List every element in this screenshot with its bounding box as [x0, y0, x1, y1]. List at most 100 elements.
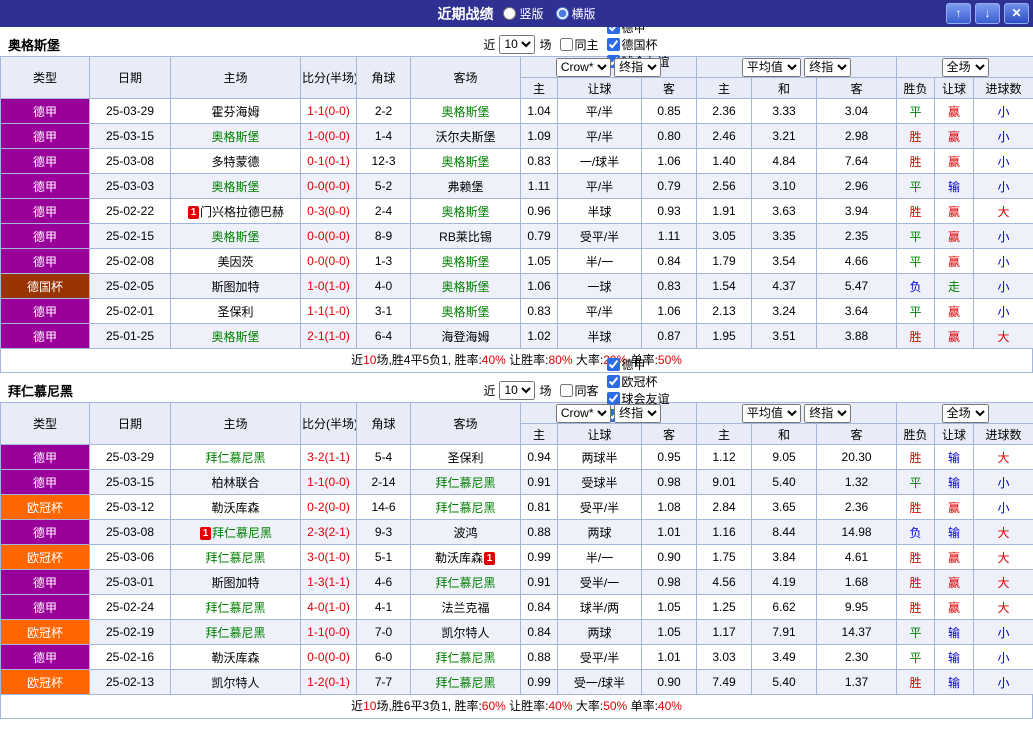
handicap-result-cell: 赢 — [934, 494, 975, 520]
home-team-cell[interactable]: 柏林联合 — [170, 469, 301, 495]
match-row: 德甲 25-03-15 奥格斯堡 1-0(0-0) 1-4 沃尔夫斯堡 1.09 平/半 0.8… — [0, 123, 1033, 149]
home-team-cell[interactable]: 拜仁慕尼黑 — [170, 444, 301, 470]
league-filter-checkbox[interactable] — [606, 37, 620, 51]
away-team-cell[interactable]: 拜仁慕尼黑 — [410, 494, 521, 520]
match-count-select[interactable]: 10 — [499, 34, 536, 54]
match-row: 德甲 25-03-15 柏林联合 1-1(0-0) 2-14 拜仁慕尼黑 0.91 受球半 0.… — [0, 469, 1033, 495]
scope-select[interactable]: 全场 — [941, 57, 989, 77]
handicap-result-cell: 赢 — [934, 594, 975, 620]
home-team-cell[interactable]: 奥格斯堡 — [170, 173, 301, 199]
same-venue-checkbox[interactable] — [559, 37, 573, 51]
away-team-cell[interactable]: 奥格斯堡 — [410, 273, 521, 299]
euro-draw-odds-cell: 4.37 — [751, 273, 818, 299]
home-team-cell[interactable]: 勒沃库森 — [170, 494, 301, 520]
away-team-cell[interactable]: 拜仁慕尼黑 — [410, 669, 521, 695]
corner-cell: 14-6 — [356, 494, 411, 520]
corner-cell: 1-4 — [356, 123, 411, 149]
euro-home-odds-cell: 1.54 — [696, 273, 753, 299]
away-team-cell[interactable]: 法兰克福 — [410, 594, 521, 620]
avg-select[interactable]: 平均值 — [741, 403, 801, 423]
matches-body: 德甲 25-03-29 霍芬海姆 1-1(0-0) 2-2 奥格斯堡 1.04 平/半 0.85… — [0, 98, 1033, 349]
asia-away-odds-cell: 0.90 — [640, 544, 698, 570]
scope-select[interactable]: 全场 — [941, 403, 989, 423]
home-team-name: 霍芬海姆 — [211, 104, 260, 119]
match-row: 德甲 25-03-29 霍芬海姆 1-1(0-0) 2-2 奥格斯堡 1.04 平/半 0.85… — [0, 98, 1033, 124]
league-filter-checkbox[interactable] — [606, 358, 620, 371]
away-team-cell[interactable]: 拜仁慕尼黑 — [410, 569, 521, 595]
home-team-cell[interactable]: 拜仁慕尼黑 — [170, 619, 301, 645]
team-section-away: 拜仁慕尼黑 近 10 场 同客 德甲欧冠杯球会友谊德国杯 类型 日期 主场 比分… — [0, 358, 1033, 719]
home-team-cell[interactable]: 拜仁慕尼黑 — [170, 594, 301, 620]
home-team-cell[interactable]: 1 拜仁慕尼黑 — [170, 519, 301, 545]
euro-draw-odds-cell: 3.63 — [751, 198, 818, 224]
match-count-select[interactable]: 10 — [499, 380, 536, 400]
away-team-cell[interactable]: 波鸿 — [410, 519, 521, 545]
goals-result-cell: 小 — [973, 619, 1033, 645]
home-team-cell[interactable]: 凯尔特人 — [170, 669, 301, 695]
away-team-cell[interactable]: 奥格斯堡 — [410, 198, 521, 224]
goals-result-cell: 小 — [973, 98, 1033, 124]
odds-source-select[interactable]: Crow* — [555, 57, 611, 77]
away-team-cell[interactable]: 沃尔夫斯堡 — [410, 123, 521, 149]
home-team-cell[interactable]: 多特蒙德 — [170, 148, 301, 174]
league-filter[interactable]: 德国杯 — [603, 36, 670, 53]
horizontal-layout-radio-input[interactable] — [555, 7, 569, 20]
same-venue-filter[interactable]: 同客 — [556, 382, 599, 399]
handicap-result-cell: 赢 — [934, 123, 975, 149]
scroll-up-button[interactable]: ↑ — [946, 3, 971, 24]
away-team-cell[interactable]: RB莱比锡 — [410, 223, 521, 249]
home-team-cell[interactable]: 美因茨 — [170, 248, 301, 274]
close-button[interactable]: ✕ — [1004, 3, 1029, 24]
away-team-cell[interactable]: 奥格斯堡 — [410, 98, 521, 124]
away-team-cell[interactable]: 奥格斯堡 — [410, 148, 521, 174]
away-team-cell[interactable]: 凯尔特人 — [410, 619, 521, 645]
avg-select[interactable]: 平均值 — [741, 57, 801, 77]
league-cell: 德甲 — [0, 569, 90, 595]
scroll-down-button[interactable]: ↓ — [975, 3, 1000, 24]
page-title: 近期战绩 — [437, 5, 494, 22]
away-team-cell[interactable]: 勒沃库森 1 — [410, 544, 521, 570]
home-team-cell[interactable]: 1 门兴格拉德巴赫 — [170, 198, 301, 224]
corner-cell: 12-3 — [356, 148, 411, 174]
away-team-cell[interactable]: 弗赖堡 — [410, 173, 521, 199]
same-venue-filter[interactable]: 同主 — [556, 36, 599, 53]
odds-source-select[interactable]: Crow* — [555, 403, 611, 423]
home-team-cell[interactable]: 斯图加特 — [170, 273, 301, 299]
vertical-layout-radio[interactable]: 竖版 — [503, 5, 544, 22]
away-team-name: 奥格斯堡 — [441, 104, 490, 119]
away-team-cell[interactable]: 奥格斯堡 — [410, 248, 521, 274]
date-cell: 25-02-19 — [89, 619, 171, 645]
asia-handicap-cell: 平/半 — [557, 98, 642, 124]
away-team-cell[interactable]: 奥格斯堡 — [410, 298, 521, 324]
away-team-cell[interactable]: 拜仁慕尼黑 — [410, 644, 521, 670]
avg-time-select[interactable]: 终指 — [804, 57, 852, 77]
league-filter[interactable]: 欧冠杯 — [603, 373, 670, 390]
vertical-layout-radio-input[interactable] — [503, 7, 517, 20]
league-filter[interactable]: 德甲 — [603, 356, 670, 373]
home-team-cell[interactable]: 勒沃库森 — [170, 644, 301, 670]
score-cell: 0-0(0-0) — [300, 248, 357, 274]
col-handicap-result: 让球 — [934, 77, 975, 99]
euro-home-odds-cell: 1.25 — [696, 594, 753, 620]
home-team-cell[interactable]: 奥格斯堡 — [170, 323, 301, 349]
avg-time-select[interactable]: 终指 — [804, 403, 852, 423]
home-team-cell[interactable]: 圣保利 — [170, 298, 301, 324]
away-team-cell[interactable]: 海登海姆 — [410, 323, 521, 349]
away-team-cell[interactable]: 拜仁慕尼黑 — [410, 469, 521, 495]
home-team-cell[interactable]: 奥格斯堡 — [170, 123, 301, 149]
horizontal-layout-radio[interactable]: 横版 — [555, 5, 596, 22]
away-team-cell[interactable]: 圣保利 — [410, 444, 521, 470]
corner-cell: 5-4 — [356, 444, 411, 470]
league-filter-checkbox[interactable] — [606, 375, 620, 388]
home-team-cell[interactable]: 拜仁慕尼黑 — [170, 544, 301, 570]
euro-away-odds-cell: 1.37 — [816, 669, 898, 695]
odds-time-select[interactable]: 终指 — [614, 403, 662, 423]
home-team-cell[interactable]: 斯图加特 — [170, 569, 301, 595]
home-team-cell[interactable]: 奥格斯堡 — [170, 223, 301, 249]
same-venue-checkbox[interactable] — [559, 383, 573, 397]
odds-time-select[interactable]: 终指 — [614, 57, 662, 77]
team-section-home: 奥格斯堡 近 10 场 同主 德甲德国杯球会友谊 类型 日期 主场 比分(半场)… — [0, 20, 1033, 373]
home-team-cell[interactable]: 霍芬海姆 — [170, 98, 301, 124]
date-cell: 25-03-15 — [89, 469, 171, 495]
asia-away-odds-cell: 0.79 — [640, 173, 698, 199]
